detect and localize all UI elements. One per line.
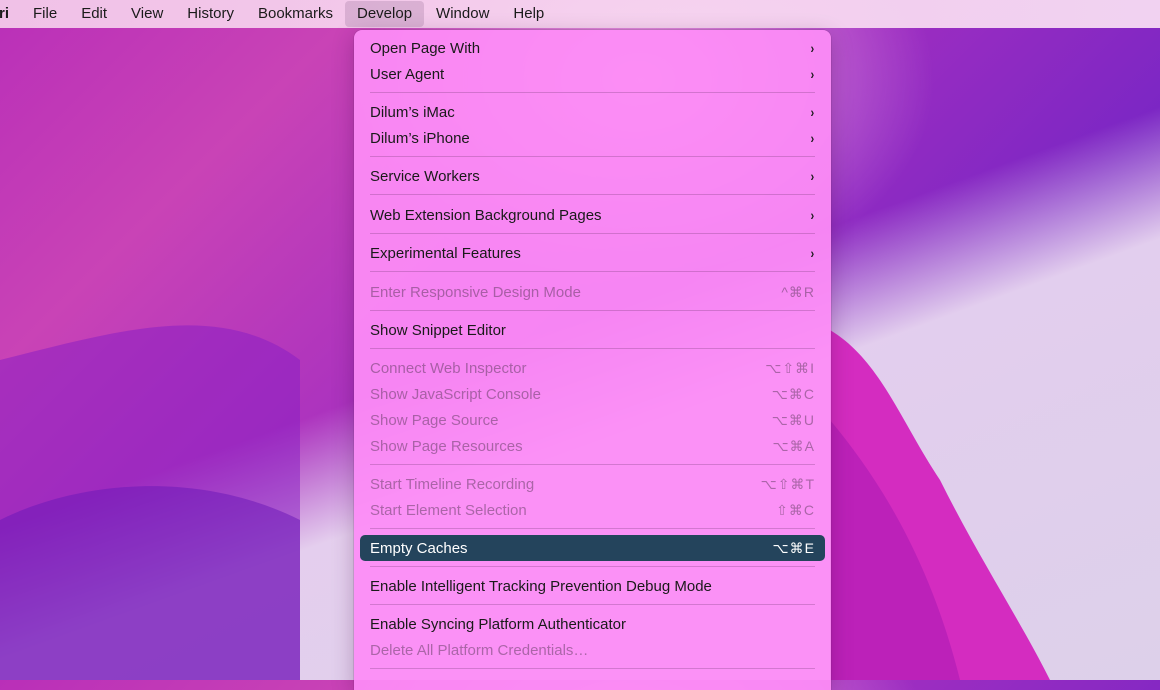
menu-separator [370, 348, 815, 349]
menu-item-user-agent[interactable]: User Agent › [360, 61, 825, 87]
menubar-help[interactable]: Help [501, 1, 556, 27]
menu-separator [370, 310, 815, 311]
menu-item-label: Start Timeline Recording [370, 475, 535, 493]
menu-item-start-timeline-recording[interactable]: Start Timeline Recording ⌥⇧⌘T [360, 471, 825, 497]
menu-separator [370, 156, 815, 157]
menu-item-label: Dilum’s iMac [370, 103, 455, 121]
menu-item-label: Delete All Platform Credentials… [370, 641, 589, 659]
menu-item-label: Start Element Selection [370, 501, 527, 519]
menu-item-shortcut: ⇧⌘C [776, 501, 815, 518]
menu-separator [370, 194, 815, 195]
menu-item-connect-web-inspector[interactable]: Connect Web Inspector ⌥⇧⌘I [360, 355, 825, 381]
menu-item-label: Enable Syncing Platform Authenticator [370, 615, 626, 633]
menu-separator [370, 271, 815, 272]
menu-item-shortcut: ⌥⌘A [772, 437, 815, 454]
menu-item-label: Connect Web Inspector [370, 359, 527, 377]
chevron-right-icon: › [810, 104, 815, 120]
menu-item-open-page-with[interactable]: Open Page With › [360, 35, 825, 61]
menu-item-dilums-iphone[interactable]: Dilum’s iPhone › [360, 125, 825, 151]
menu-item-show-snippet-editor[interactable]: Show Snippet Editor [360, 317, 825, 343]
menu-item-shortcut: ⌥⌘C [771, 385, 815, 402]
menu-item-shortcut: ⌥⇧⌘T [760, 475, 815, 492]
chevron-right-icon: › [810, 130, 815, 146]
menu-item-start-element-selection[interactable]: Start Element Selection ⇧⌘C [360, 497, 825, 523]
menu-item-show-javascript-console[interactable]: Show JavaScript Console ⌥⌘C [360, 381, 825, 407]
menu-item-label: Show Page Source [370, 411, 499, 429]
menu-item-enable-syncing-platform-authenticator[interactable]: Enable Syncing Platform Authenticator [360, 611, 825, 637]
menu-item-shortcut: ^⌘R [781, 283, 815, 300]
menu-item-shortcut: ⌥⇧⌘I [765, 359, 815, 376]
menu-item-label: Enable Intelligent Tracking Prevention D… [370, 577, 712, 595]
menu-item-web-extension-background-pages[interactable]: Web Extension Background Pages › [360, 202, 825, 228]
menu-separator [370, 464, 815, 465]
menu-item-shortcut: ⌥⌘U [771, 411, 815, 428]
menu-item-label: Empty Caches [370, 539, 468, 557]
menubar-develop[interactable]: Develop [345, 1, 425, 27]
menu-item-label: Show Page Resources [370, 437, 523, 455]
menubar-view[interactable]: View [119, 1, 175, 27]
menu-separator [370, 233, 815, 234]
menubar-edit[interactable]: Edit [69, 1, 119, 27]
menu-item-enter-responsive-design-mode[interactable]: Enter Responsive Design Mode ^⌘R [360, 279, 825, 305]
chevron-right-icon: › [810, 207, 815, 223]
menubar-file[interactable]: File [21, 1, 69, 27]
menu-separator [370, 604, 815, 605]
menu-item-service-workers[interactable]: Service Workers › [360, 163, 825, 189]
menu-separator [370, 92, 815, 93]
menu-item-experimental-features[interactable]: Experimental Features › [360, 240, 825, 266]
menu-item-label: Show Snippet Editor [370, 321, 506, 339]
menubar-history[interactable]: History [175, 1, 246, 27]
menu-item-label: Open Page With [370, 39, 481, 57]
menu-item-label: Experimental Features [370, 244, 521, 262]
menu-item-delete-all-platform-credentials[interactable]: Delete All Platform Credentials… [360, 637, 825, 663]
menu-separator [370, 668, 815, 669]
menubar-window[interactable]: Window [424, 1, 501, 27]
menu-item-label: Enter Responsive Design Mode [370, 283, 581, 301]
chevron-right-icon: › [810, 245, 815, 261]
menu-item-label: Show JavaScript Console [370, 385, 541, 403]
chevron-right-icon: › [810, 40, 815, 56]
menu-bar: ri File Edit View History Bookmarks Deve… [0, 0, 1160, 28]
menu-item-label: User Agent [370, 65, 445, 83]
chevron-right-icon: › [810, 168, 815, 184]
menu-item-show-page-resources[interactable]: Show Page Resources ⌥⌘A [360, 433, 825, 459]
menu-item-shortcut: ⌥⌘E [772, 539, 815, 556]
menu-separator [370, 528, 815, 529]
menu-item-label: Dilum’s iPhone [370, 129, 470, 147]
menu-item-enable-itp-debug-mode[interactable]: Enable Intelligent Tracking Prevention D… [360, 573, 825, 599]
menubar-app-safari[interactable]: ri [0, 1, 21, 27]
chevron-right-icon: › [810, 66, 815, 82]
menu-item-label: Service Workers [370, 167, 480, 185]
menu-item-label: Web Extension Background Pages [370, 206, 602, 224]
menu-item-empty-caches[interactable]: Empty Caches ⌥⌘E [360, 535, 825, 561]
menubar-bookmarks[interactable]: Bookmarks [246, 1, 345, 27]
develop-menu: Open Page With › User Agent › Dilum’s iM… [354, 30, 831, 690]
menu-separator [370, 566, 815, 567]
menu-item-show-page-source[interactable]: Show Page Source ⌥⌘U [360, 407, 825, 433]
menu-item-dilums-imac[interactable]: Dilum’s iMac › [360, 99, 825, 125]
